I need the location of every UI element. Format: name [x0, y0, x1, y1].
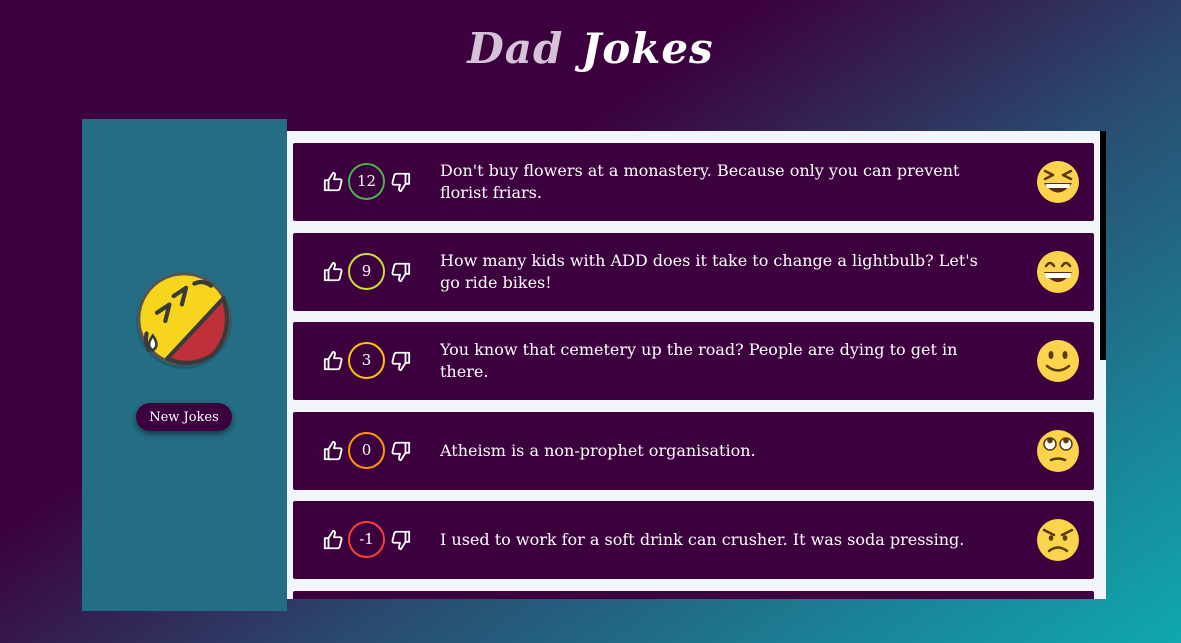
- vote-controls: 3: [323, 342, 411, 379]
- thumbs-down-icon[interactable]: [389, 350, 411, 372]
- vote-controls: 12: [323, 163, 411, 200]
- joke-card: 0 Atheism is a non-prophet organisation.: [293, 412, 1094, 490]
- slight-smile-icon: [1037, 340, 1079, 382]
- sidebar: New Jokes: [82, 119, 287, 611]
- laughing-squint-icon: [1037, 161, 1079, 203]
- vote-count: 9: [348, 253, 385, 290]
- thumbs-up-icon[interactable]: [323, 261, 345, 283]
- page-title: Dad Jokes: [0, 24, 1181, 73]
- title-word-dad: Dad: [467, 24, 564, 73]
- thumbs-down-icon[interactable]: [389, 440, 411, 462]
- thumbs-up-icon[interactable]: [323, 529, 345, 551]
- joke-card: 9 How many kids with ADD does it take to…: [293, 233, 1094, 311]
- joke-text: You know that cemetery up the road? Peop…: [440, 340, 958, 381]
- thumbs-down-icon[interactable]: [389, 261, 411, 283]
- joke-text: How many kids with ADD does it take to c…: [440, 251, 978, 292]
- joke-text: Don't buy flowers at a monastery. Becaus…: [440, 161, 960, 202]
- thumbs-up-icon[interactable]: [323, 440, 345, 462]
- angry-icon: [1037, 519, 1079, 561]
- joke-card-partial: [293, 591, 1094, 599]
- title-word-jokes: Jokes: [581, 24, 714, 73]
- thumbs-up-icon[interactable]: [323, 350, 345, 372]
- joke-text: I used to work for a soft drink can crus…: [440, 530, 965, 549]
- jokes-list[interactable]: 12 Don't buy flowers at a monastery. Bec…: [287, 131, 1106, 599]
- grinning-icon: [1037, 251, 1079, 293]
- new-jokes-button[interactable]: New Jokes: [136, 403, 232, 431]
- vote-controls: 0: [323, 432, 411, 469]
- vote-controls: 9: [323, 253, 411, 290]
- scrollbar[interactable]: [1100, 131, 1106, 360]
- vote-count: 3: [348, 342, 385, 379]
- eye-roll-icon: [1037, 430, 1079, 472]
- rolling-laughing-emoji-icon: [136, 272, 232, 369]
- thumbs-down-icon[interactable]: [389, 171, 411, 193]
- joke-text: Atheism is a non-prophet organisation.: [440, 441, 756, 460]
- vote-count: -1: [348, 521, 385, 558]
- thumbs-up-icon[interactable]: [323, 171, 345, 193]
- joke-card: -1 I used to work for a soft drink can c…: [293, 501, 1094, 579]
- joke-card: 12 Don't buy flowers at a monastery. Bec…: [293, 143, 1094, 221]
- vote-count: 12: [348, 163, 385, 200]
- thumbs-down-icon[interactable]: [389, 529, 411, 551]
- vote-controls: -1: [323, 521, 411, 558]
- vote-count: 0: [348, 432, 385, 469]
- joke-card: 3 You know that cemetery up the road? Pe…: [293, 322, 1094, 400]
